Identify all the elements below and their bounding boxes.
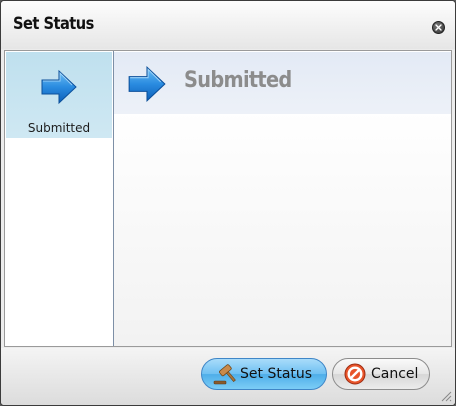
status-detail-panel: Submitted [114, 51, 451, 346]
set-status-button[interactable]: Set Status [201, 358, 327, 390]
status-item-label: Submitted [27, 121, 91, 135]
close-icon[interactable] [432, 21, 445, 34]
dialog-footer: Set Status Cancel [1, 348, 455, 405]
cancel-icon [344, 363, 366, 385]
cancel-label: Cancel [371, 366, 419, 382]
right-arrow-icon [128, 65, 166, 103]
set-status-dialog: Set Status Submitted Submitted Set Statu… [0, 0, 456, 406]
dialog-title: Set Status [13, 14, 94, 34]
right-arrow-icon [41, 69, 77, 105]
status-detail-header: Submitted [114, 52, 451, 114]
dialog-content: Submitted Submitted [4, 50, 452, 347]
resize-grip-icon[interactable] [438, 388, 452, 402]
set-status-label: Set Status [240, 366, 313, 382]
cancel-button[interactable]: Cancel [332, 358, 430, 390]
dialog-titlebar[interactable]: Set Status [1, 1, 455, 49]
gavel-icon [213, 364, 236, 385]
status-list: Submitted [5, 51, 114, 346]
status-item-submitted[interactable]: Submitted [6, 52, 112, 138]
status-heading: Submitted [184, 68, 292, 93]
